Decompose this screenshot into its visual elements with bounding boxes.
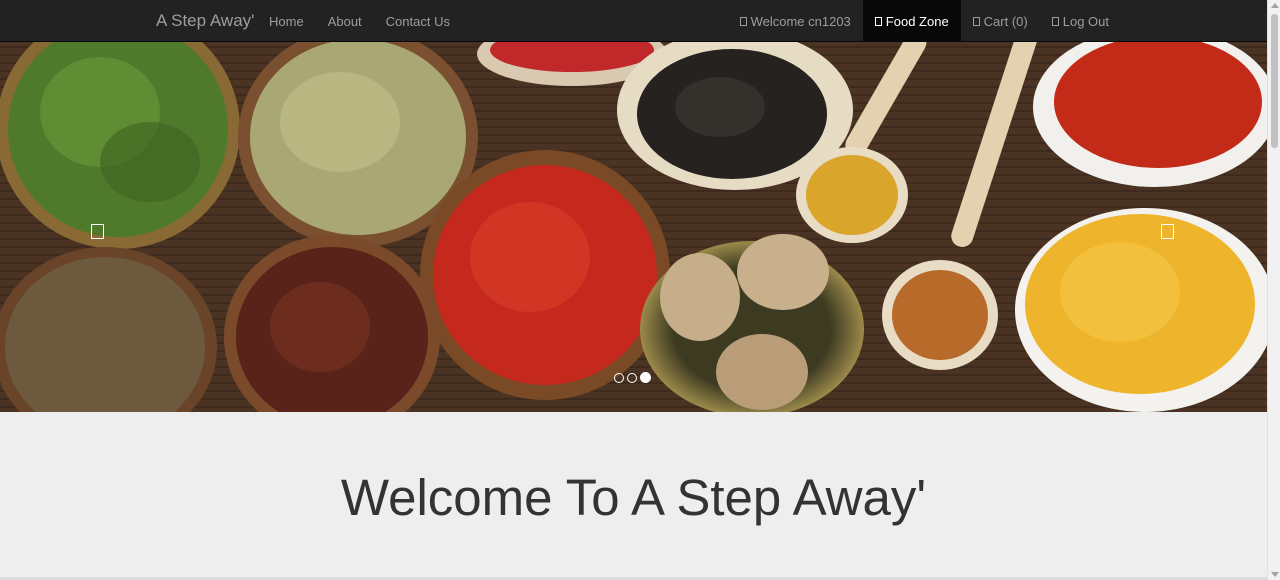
- logout-icon: [1051, 16, 1059, 26]
- vertical-scrollbar[interactable]: [1267, 0, 1280, 580]
- nav-right: Welcome cn1203 Food Zone Cart (0) Log Ou…: [728, 0, 1121, 42]
- scroll-down-arrow-icon[interactable]: [1271, 572, 1279, 577]
- nav-food-zone-link[interactable]: Food Zone: [862, 0, 961, 42]
- carousel-next-icon[interactable]: [1161, 224, 1174, 239]
- nav-welcome-user[interactable]: Welcome cn1203: [728, 0, 863, 42]
- nav-cart-link[interactable]: Cart (0): [961, 0, 1040, 42]
- carousel-dot-3[interactable]: [640, 372, 651, 383]
- nav-about-link[interactable]: About: [316, 0, 374, 42]
- scrollbar-thumb[interactable]: [1271, 14, 1278, 148]
- scroll-up-arrow-icon[interactable]: [1271, 3, 1279, 8]
- carousel-dot-2[interactable]: [627, 372, 637, 383]
- hero-carousel: [0, 42, 1267, 412]
- nav-left: Home About Contact Us: [257, 0, 462, 42]
- nav-home-link[interactable]: Home: [257, 0, 316, 42]
- cutlery-icon: [874, 16, 882, 26]
- food-zone-label: Food Zone: [885, 13, 949, 29]
- brand-link[interactable]: A Step Away': [156, 11, 254, 31]
- nav-logout-link[interactable]: Log Out: [1040, 0, 1121, 42]
- page-title: Welcome To A Step Away': [340, 469, 927, 526]
- welcome-label: Welcome cn1203: [750, 13, 851, 29]
- nav-contact-link[interactable]: Contact Us: [374, 0, 462, 42]
- carousel-indicators: [614, 372, 651, 383]
- navbar: A Step Away' Home About Contact Us Welco…: [0, 0, 1267, 42]
- cart-icon: [972, 16, 980, 26]
- logout-label: Log Out: [1062, 13, 1109, 29]
- cart-label: Cart (0): [983, 13, 1028, 29]
- carousel-prev-icon[interactable]: [91, 224, 104, 239]
- carousel-dot-1[interactable]: [614, 372, 624, 383]
- spices-image: [0, 42, 1267, 412]
- user-icon: [739, 16, 747, 26]
